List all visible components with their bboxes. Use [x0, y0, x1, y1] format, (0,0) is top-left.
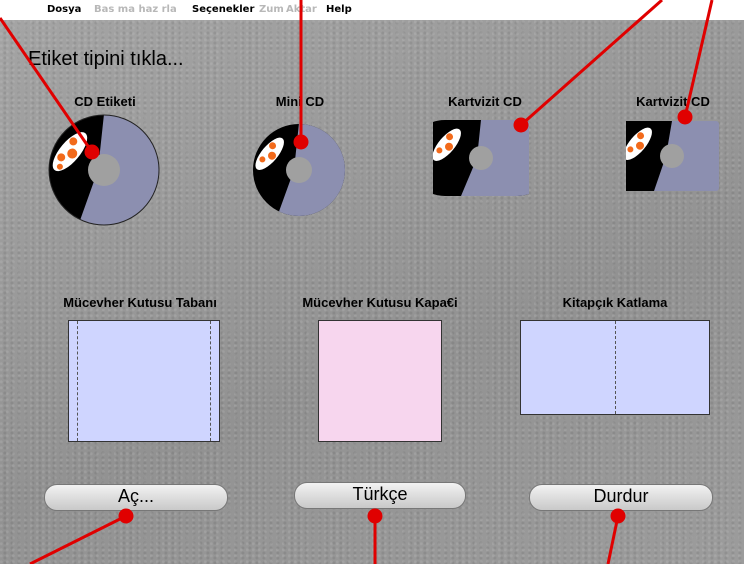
callout-line-open	[29, 514, 127, 564]
callout-dot-cd-label	[84, 144, 100, 160]
callout-dot-mini-cd	[293, 134, 309, 150]
callout-line-cd-label	[0, 17, 94, 153]
callout-line-business-card-rect	[683, 0, 714, 118]
callout-dot-stop	[610, 508, 626, 524]
callout-line-business-card	[520, 0, 663, 127]
callout-dot-business-card-rect	[677, 109, 693, 125]
callout-overlay	[0, 0, 714, 564]
callout-dot-open	[118, 508, 134, 524]
callout-dot-language	[367, 508, 383, 524]
callout-dot-business-card	[513, 117, 529, 133]
